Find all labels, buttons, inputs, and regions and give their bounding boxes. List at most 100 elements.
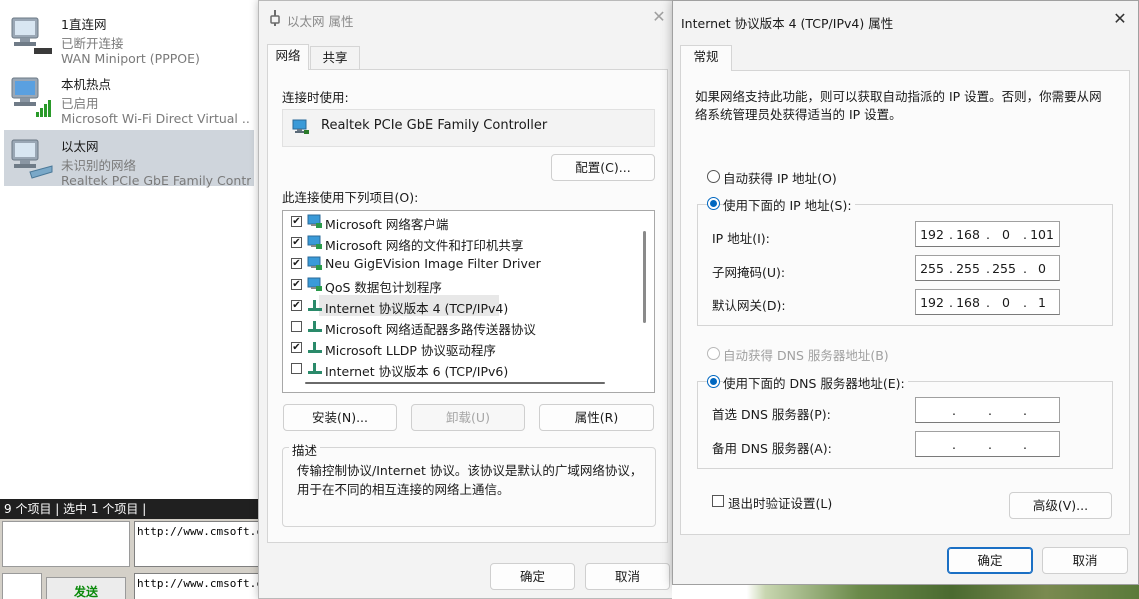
dot: . <box>986 295 990 310</box>
vertical-scrollbar[interactable] <box>643 231 646 323</box>
network-connections-window: 1直连网 已断开连接 WAN Miniport (PPPOE) 本机热点 已启用… <box>0 0 262 599</box>
ip-octet: 255 <box>992 261 1016 276</box>
background-app: http://www.cmsoft.cn 发送 http://www.cmsof… <box>0 519 262 599</box>
connection-item-wan[interactable]: 1直连网 已断开连接 WAN Miniport (PPPOE) <box>4 8 254 66</box>
dot: . <box>952 437 956 452</box>
protocol-icon <box>308 300 322 311</box>
qos-icon <box>307 277 322 291</box>
checkbox[interactable]: ✔ <box>291 237 302 248</box>
validate-label[interactable]: 退出时验证设置(L) <box>728 493 832 512</box>
ip-octet: 255 <box>920 261 944 276</box>
description-title: 描述 <box>289 440 321 459</box>
preferred-dns-field[interactable]: . . . <box>915 397 1060 423</box>
auto-ip-radio[interactable] <box>707 170 720 183</box>
gateway-label: 默认网关(D): <box>712 298 786 313</box>
components-list[interactable]: ✔ Microsoft 网络客户端 ✔ Microsoft 网络的文件和打印机共… <box>282 210 655 393</box>
ip-octet: 168 <box>956 295 980 310</box>
horizontal-scrollbar[interactable] <box>305 382 605 384</box>
network-adapter-icon <box>11 17 52 54</box>
ip-octet: 0 <box>1038 261 1046 276</box>
list-item[interactable]: ✔ Microsoft LLDP 协议驱动程序 <box>283 337 638 358</box>
protocol-icon <box>308 321 322 332</box>
manual-dns-label[interactable]: 使用下面的 DNS 服务器地址(E): <box>723 373 908 392</box>
auto-dns-radio[interactable] <box>707 347 720 360</box>
connection-device: WAN Miniport (PPPOE) <box>61 51 200 66</box>
checkbox[interactable]: ✔ <box>291 279 302 290</box>
connection-name: 以太网 <box>61 139 99 154</box>
manual-ip-label[interactable]: 使用下面的 IP 地址(S): <box>723 195 855 214</box>
dot: . <box>952 403 956 418</box>
network-tab-panel: 连接时使用: Realtek PCIe GbE Family Controlle… <box>267 69 668 543</box>
manual-ip-radio[interactable] <box>707 197 720 210</box>
tab-general[interactable]: 常规 <box>680 45 732 71</box>
dot: . <box>988 403 992 418</box>
items-label: 此连接使用下列项目(O): <box>282 190 419 205</box>
uninstall-button[interactable]: 卸载(U) <box>411 404 525 431</box>
advanced-button[interactable]: 高级(V)... <box>1009 492 1112 519</box>
item-label: Internet 协议版本 4 (TCP/IPv4) <box>325 301 509 316</box>
ip-octet: 0 <box>1002 227 1010 242</box>
list-item[interactable]: Microsoft 网络适配器多路传送器协议 <box>283 316 638 337</box>
tab-network[interactable]: 网络 <box>267 44 309 70</box>
ip-octet: 1 <box>1038 295 1046 310</box>
list-item[interactable]: Internet 协议版本 6 (TCP/IPv6) <box>283 358 638 379</box>
dialog-title: 以太网 属性 <box>287 14 354 29</box>
cancel-button[interactable]: 取消 <box>585 563 670 590</box>
checkbox[interactable]: ✔ <box>291 258 302 269</box>
connection-name: 本机热点 <box>61 77 112 92</box>
network-adapter-icon <box>292 119 309 134</box>
ip-address-field[interactable]: 192. 168. 0. 101 <box>915 221 1060 247</box>
auto-dns-label[interactable]: 自动获得 DNS 服务器地址(B) <box>723 345 889 364</box>
checkbox[interactable]: ✔ <box>291 342 302 353</box>
item-label: Microsoft 网络的文件和打印机共享 <box>325 238 524 253</box>
ok-button[interactable]: 确定 <box>947 547 1033 574</box>
checkbox[interactable] <box>291 321 302 332</box>
url-box[interactable]: http://www.cmsoft.cn <box>134 573 260 599</box>
ip-octet: 192 <box>920 227 944 242</box>
dot: . <box>1023 403 1027 418</box>
close-icon[interactable]: ✕ <box>651 9 667 25</box>
ip-octet: 0 <box>1002 295 1010 310</box>
url-text: http://www.cmsoft.cn <box>137 525 260 538</box>
item-label: QoS 数据包计划程序 <box>325 280 442 295</box>
connection-status: 已断开连接 <box>61 36 124 51</box>
dot: . <box>986 227 990 242</box>
file-sharing-icon <box>307 235 322 249</box>
driver-icon <box>307 256 322 270</box>
checkbox[interactable] <box>291 363 302 374</box>
client-icon <box>307 214 322 228</box>
checkbox[interactable]: ✔ <box>291 300 302 311</box>
configure-button[interactable]: 配置(C)... <box>551 154 655 181</box>
gateway-field[interactable]: 192. 168. 0. 1 <box>915 289 1060 315</box>
item-label: Microsoft LLDP 协议驱动程序 <box>325 343 496 358</box>
list-item[interactable]: ✔ QoS 数据包计划程序 <box>283 274 638 295</box>
tab-sharing[interactable]: 共享 <box>310 46 360 70</box>
alternate-dns-field[interactable]: . . . <box>915 431 1060 457</box>
ok-button[interactable]: 确定 <box>490 563 575 590</box>
connection-item-hotspot[interactable]: 本机热点 已启用 Microsoft Wi-Fi Direct Virtual … <box>4 68 254 126</box>
url-box[interactable]: http://www.cmsoft.cn <box>134 521 260 567</box>
url-text: http://www.cmsoft.cn <box>137 577 260 590</box>
manual-dns-radio[interactable] <box>707 375 720 388</box>
install-button[interactable]: 安装(N)... <box>283 404 397 431</box>
item-label: Neu GigEVision Image Filter Driver <box>325 256 541 271</box>
subnet-field[interactable]: 255. 255. 255. 0 <box>915 255 1060 281</box>
item-label: Internet 协议版本 6 (TCP/IPv6) <box>325 364 509 379</box>
status-bar: 9 个项目 | 选中 1 个项目 | <box>0 499 262 519</box>
list-item-selected[interactable]: ✔ Internet 协议版本 4 (TCP/IPv4) <box>283 295 638 316</box>
checkbox[interactable]: ✔ <box>291 216 302 227</box>
validate-checkbox[interactable] <box>712 495 724 507</box>
ip-octet: 168 <box>956 227 980 242</box>
auto-ip-label[interactable]: 自动获得 IP 地址(O) <box>723 168 837 187</box>
ethernet-adapter-icon <box>11 139 53 179</box>
close-icon[interactable]: ✕ <box>1112 11 1128 27</box>
cancel-button[interactable]: 取消 <box>1042 547 1128 574</box>
send-button[interactable]: 发送 <box>46 577 126 599</box>
list-item[interactable]: ✔ Microsoft 网络的文件和打印机共享 <box>283 232 638 253</box>
list-item[interactable]: ✔ Microsoft 网络客户端 <box>283 211 638 232</box>
wifi-adapter-icon <box>11 77 51 117</box>
properties-button[interactable]: 属性(R) <box>539 404 654 431</box>
list-item[interactable]: ✔ Neu GigEVision Image Filter Driver <box>283 253 638 274</box>
connection-item-ethernet[interactable]: 以太网 未识别的网络 Realtek PCIe GbE Family Contr… <box>4 130 254 188</box>
ip-address-label: IP 地址(I): <box>712 231 770 246</box>
